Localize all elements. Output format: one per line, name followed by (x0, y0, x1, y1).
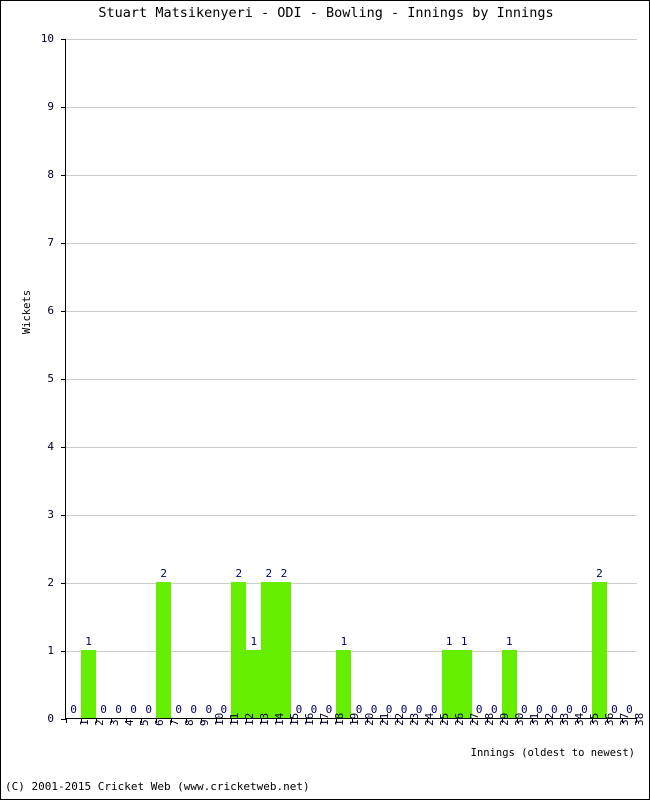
gridline (66, 243, 637, 244)
bar-value-label: 1 (505, 635, 513, 648)
bar-value-label: 2 (235, 567, 243, 580)
y-axis-tick (61, 39, 66, 40)
x-axis-tick (66, 718, 67, 723)
y-axis-tick (61, 447, 66, 448)
x-axis-label: 3 (107, 719, 121, 726)
x-axis-label: 6 (152, 719, 166, 726)
y-axis-tick (61, 651, 66, 652)
x-axis-label: 34 (573, 712, 587, 726)
x-axis-label: 7 (167, 719, 181, 726)
x-axis-label: 4 (122, 719, 136, 726)
gridline (66, 39, 637, 40)
x-axis-label: 14 (272, 712, 286, 726)
x-axis-label: 23 (408, 712, 422, 726)
x-axis-label: 1 (77, 719, 91, 726)
y-axis-tick (61, 311, 66, 312)
bar (156, 582, 172, 718)
y-axis-tick (61, 107, 66, 108)
x-axis-label: 9 (197, 719, 211, 726)
x-axis-label: 24 (423, 712, 437, 726)
y-axis-tick (61, 175, 66, 176)
x-axis-label: 19 (347, 712, 361, 726)
x-axis-label: 15 (287, 712, 301, 726)
gridline (66, 651, 637, 652)
gridline (66, 311, 637, 312)
bar-value-label: 1 (340, 635, 348, 648)
gridline (66, 515, 637, 516)
x-axis-label: 28 (483, 712, 497, 726)
y-axis-tick (61, 379, 66, 380)
y-axis-title-wrap: Wickets (9, 1, 33, 801)
bar (246, 650, 262, 718)
bar-value-label: 2 (280, 567, 288, 580)
x-axis-label: 8 (182, 719, 196, 726)
x-axis-label: 5 (137, 719, 151, 726)
x-axis-label: 16 (302, 712, 316, 726)
x-axis-label: 32 (543, 712, 557, 726)
y-axis-tick (61, 243, 66, 244)
gridline (66, 107, 637, 108)
gridline (66, 583, 637, 584)
x-axis-label: 10 (212, 712, 226, 726)
chart-title: Stuart Matsikenyeri - ODI - Bowling - In… (98, 5, 554, 21)
x-axis-label: 25 (438, 712, 452, 726)
x-axis-label: 33 (558, 712, 572, 726)
x-axis-label: 2 (92, 719, 106, 726)
x-axis-label: 26 (453, 712, 467, 726)
bar (591, 582, 607, 718)
x-axis-label: 13 (257, 712, 271, 726)
x-axis-label: 11 (227, 712, 241, 726)
gridline (66, 447, 637, 448)
x-axis-label: 38 (633, 712, 647, 726)
bar (261, 582, 277, 718)
x-axis-label: 18 (332, 712, 346, 726)
x-axis-label: 22 (393, 712, 407, 726)
copyright-footer: (C) 2001-2015 Cricket Web (www.cricketwe… (5, 780, 310, 793)
x-axis-title: Innings (oldest to newest) (470, 747, 635, 759)
x-axis-label: 12 (242, 712, 256, 726)
y-axis-title: Wickets (21, 289, 33, 335)
gridline (66, 175, 637, 176)
x-axis-label: 35 (588, 712, 602, 726)
x-axis-label: 21 (378, 712, 392, 726)
y-axis-tick (61, 515, 66, 516)
plot-area: 01000020000212200010000001100100000200 (61, 39, 637, 723)
x-axis-label: 29 (498, 712, 512, 726)
bar-value-label: 1 (460, 635, 468, 648)
x-axis-label: 30 (513, 712, 527, 726)
bar (276, 582, 292, 718)
bar-value-label: 1 (85, 635, 92, 648)
x-axis-label: 20 (363, 712, 376, 726)
x-axis-label: 37 (618, 712, 632, 726)
bar (231, 582, 247, 718)
x-axis-label: 31 (528, 712, 542, 726)
x-axis-label: 27 (468, 712, 482, 726)
bar (441, 650, 457, 718)
chart-page: Stuart Matsikenyeri - ODI - Bowling - In… (0, 0, 650, 800)
y-axis-tick (61, 583, 66, 584)
gridline (66, 379, 637, 380)
bar-value-label: 2 (596, 567, 603, 580)
x-axis-label: 17 (317, 712, 331, 726)
bar-value-label: 2 (160, 567, 167, 580)
x-axis-label: 36 (603, 712, 617, 726)
